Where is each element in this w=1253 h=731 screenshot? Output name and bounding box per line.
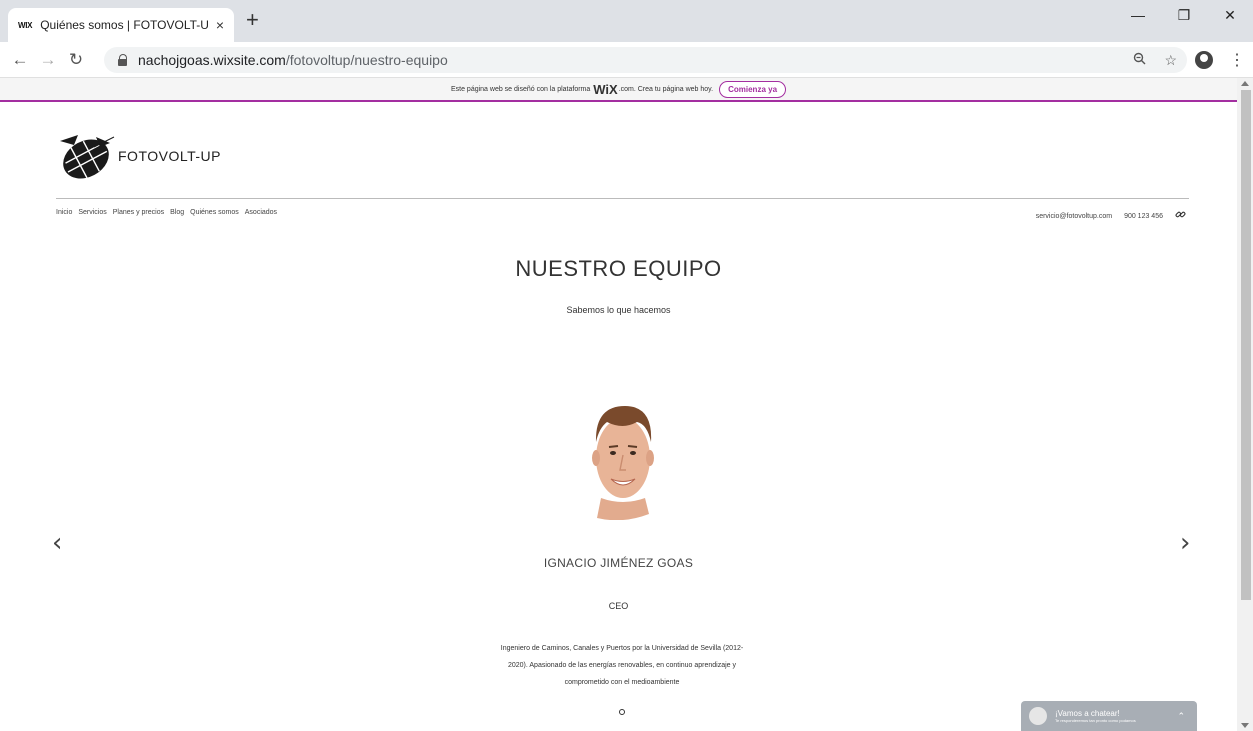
member-name: IGNACIO JIMÉNEZ GOAS [543,556,694,570]
banner-text-before: Este página web se diseñó con la platafo… [450,85,591,93]
profile-avatar-icon[interactable] [1195,50,1213,69]
header-divider [56,198,1189,199]
forward-arrow-icon[interactable]: → [34,50,62,70]
page-subtitle: Sabemos lo que hacemos [566,305,671,315]
banner-text-after: .com. Crea tu página web hoy. [618,85,714,93]
carousel-prev-arrow-icon[interactable]: ‹ [52,528,62,558]
minimize-icon[interactable]: — [1115,0,1161,30]
window-controls: — ❐ ✕ [1115,0,1253,42]
team-member-photo [583,400,663,521]
member-bio: Ingeniero de Caminos, Canales y Puertos … [450,640,794,691]
new-tab-icon[interactable]: + [246,9,259,31]
site-logo-icon[interactable] [56,133,116,183]
back-arrow-icon[interactable]: ← [6,50,34,70]
close-window-icon[interactable]: ✕ [1207,0,1253,30]
browser-tab[interactable]: WIX Quiénes somos | FOTOVOLT-UP × [8,8,234,42]
chevron-up-icon[interactable]: ⌃ [1177,711,1185,722]
wix-favicon-icon: WIX [18,20,33,30]
member-bio-line: Ingeniero de Caminos, Canales y Puertos … [500,645,744,652]
page-scrollbar[interactable] [1237,78,1253,731]
member-role: CEO [608,601,629,611]
nav-item-blog[interactable]: Blog [170,209,184,216]
contact-email[interactable]: servicio@fotovoltup.com [1036,213,1112,220]
contact-info: servicio@fotovoltup.com 900 123 456 [1036,209,1186,223]
scroll-down-icon[interactable] [1241,723,1249,728]
restore-icon[interactable]: ❐ [1161,0,1207,30]
browser-tabstrip: WIX Quiénes somos | FOTOVOLT-UP × + — ❐ … [0,0,1253,42]
wix-logo: WiX [593,81,618,97]
nav-item-planes[interactable]: Planes y precios [113,209,164,216]
wix-promo-banner: Este página web se diseñó con la platafo… [0,78,1237,102]
lock-icon [118,54,128,66]
zoom-icon[interactable] [1133,52,1146,68]
contact-phone: 900 123 456 [1124,212,1163,220]
carousel-dot[interactable] [619,709,625,715]
member-bio-line: comprometido con el medioambiente [564,679,680,686]
tab-title: Quiénes somos | FOTOVOLT-UP [40,18,210,32]
url-path: /fotovoltup/nuestro-equipo [285,52,448,68]
nav-item-servicios[interactable]: Servicios [78,209,106,216]
link-icon[interactable] [1175,209,1186,223]
chat-title: ¡Vamos a chatear! [1055,709,1120,718]
bookmark-star-icon[interactable]: ☆ [1164,52,1177,69]
reload-icon[interactable]: ↻ [62,50,90,70]
url-host: nachojgoas.wixsite.com [138,52,286,68]
start-now-button[interactable]: Comienza ya [719,80,787,98]
scroll-thumb[interactable] [1241,90,1251,600]
member-bio-line: 2020). Apasionado de las energías renova… [507,662,737,669]
carousel-next-arrow-icon[interactable]: › [1180,528,1190,558]
tab-close-icon[interactable]: × [216,17,224,33]
chat-widget[interactable]: ¡Vamos a chatear! Te responderemos tan p… [1021,701,1197,731]
address-bar[interactable]: nachojgoas.wixsite.com /fotovoltup/nuest… [104,47,1187,73]
site-nav: Inicio Servicios Planes y precios Blog Q… [56,209,277,216]
nav-item-asociados[interactable]: Asociados [245,209,277,216]
browser-toolbar: ← → ↻ nachojgoas.wixsite.com /fotovoltup… [0,42,1253,78]
page-title: NUESTRO EQUIPO [515,256,722,281]
nav-item-quienes-somos[interactable]: Quiénes somos [190,209,239,216]
nav-item-inicio[interactable]: Inicio [56,209,72,216]
menu-kebab-icon[interactable]: ⋮ [1229,50,1245,70]
chat-avatar-icon [1029,707,1047,725]
site-name[interactable]: FOTOVOLT-UP [118,148,221,164]
chat-subtitle: Te responderemos tan pronto como podamos [1055,718,1136,723]
scroll-up-icon[interactable] [1241,81,1249,86]
